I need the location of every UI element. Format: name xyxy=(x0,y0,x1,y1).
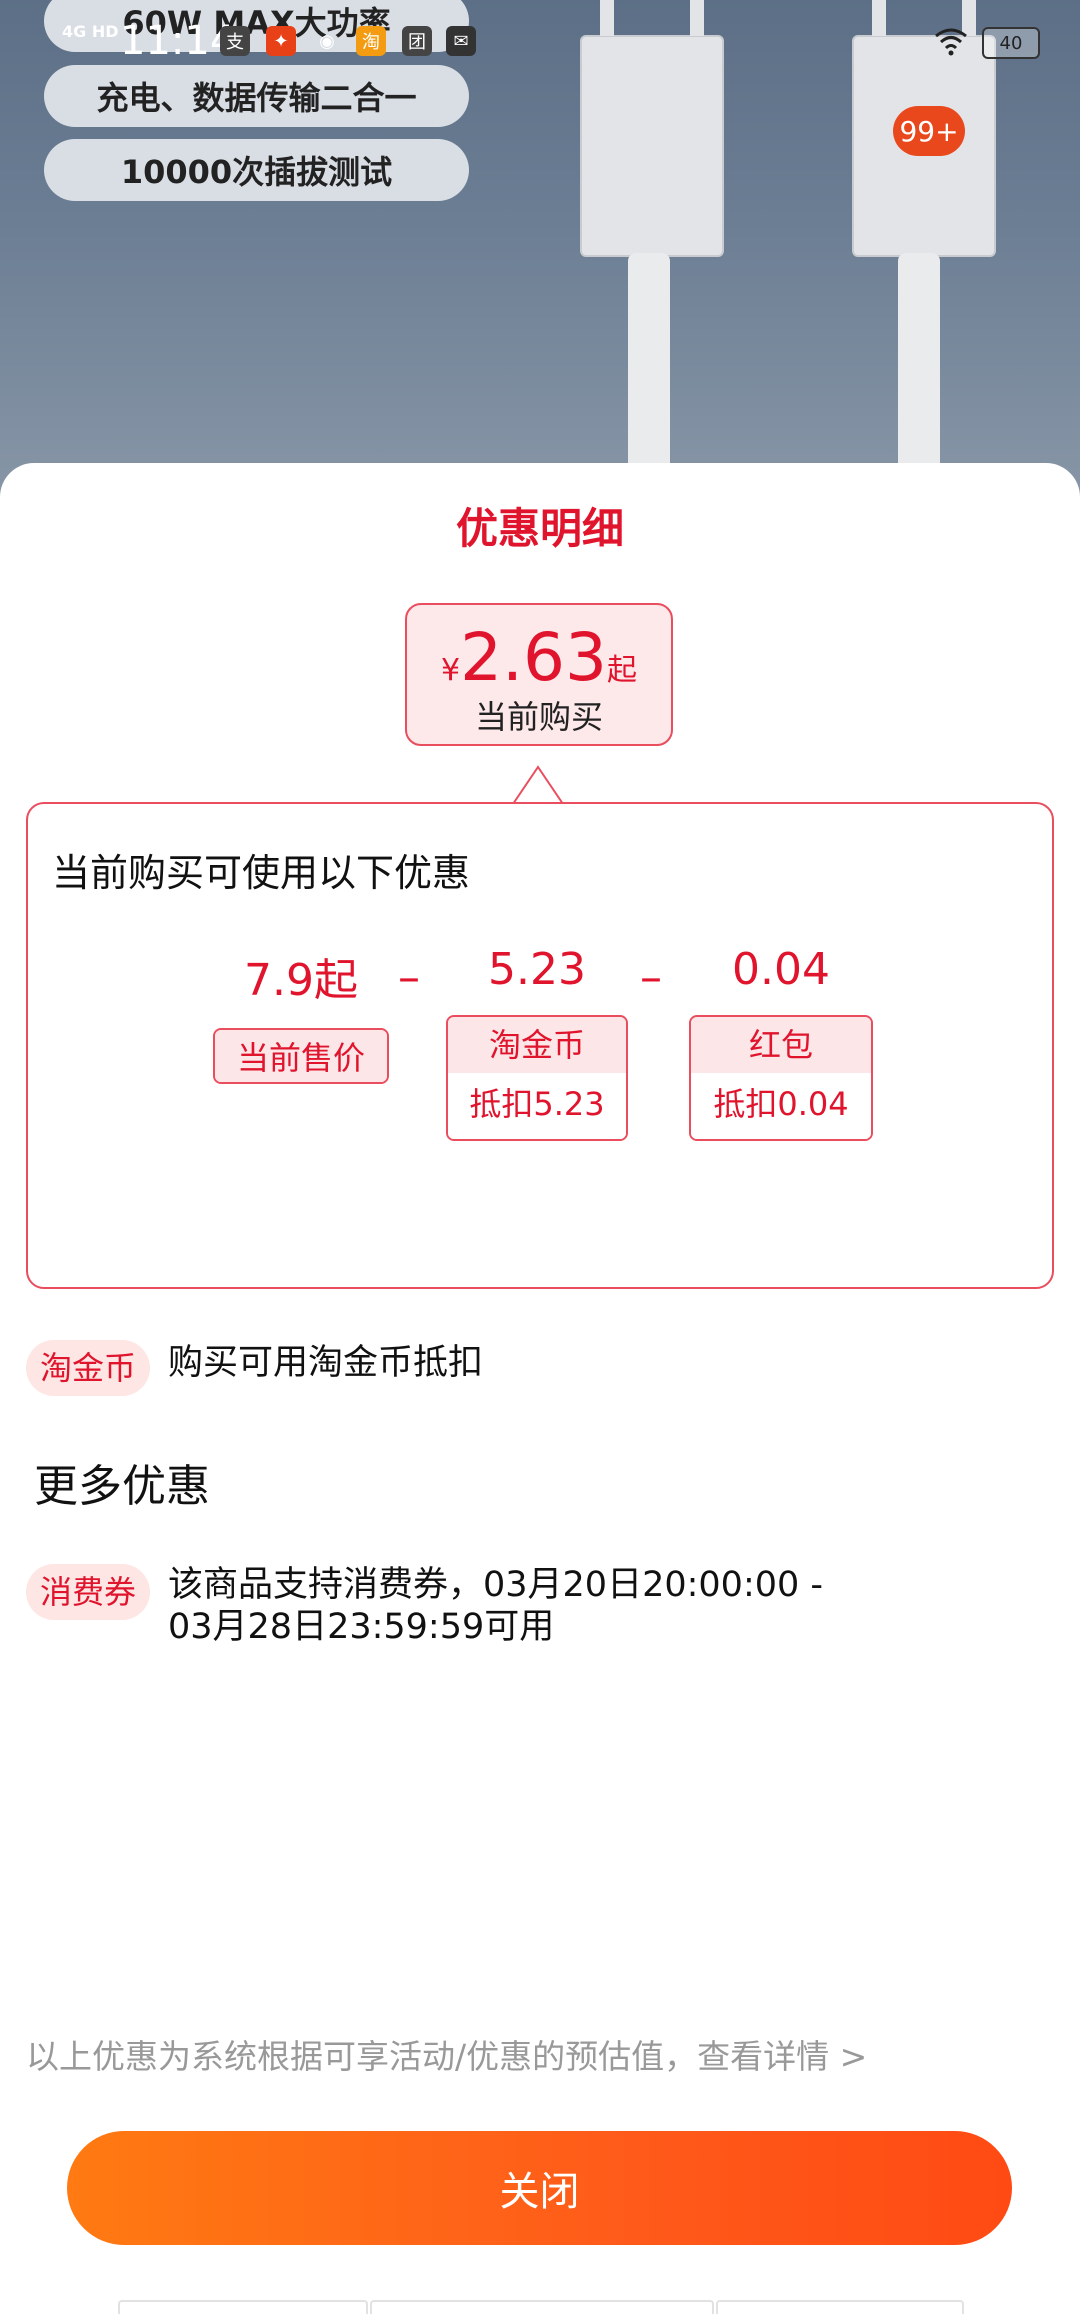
breakdown-tag: 淘金币 抵扣5.23 xyxy=(446,1015,628,1141)
more-discounts-title: 更多优惠 xyxy=(34,1461,210,1512)
breakdown-tag: 红包 抵扣0.04 xyxy=(689,1015,873,1141)
status-bar: 4G HD 11:14 支 ✦ ◉ 淘 团 ✉ 40 xyxy=(0,0,1080,80)
minus-sign: – xyxy=(398,952,420,1003)
feature-pill: 10000次插拔测试 xyxy=(44,139,469,201)
breakdown-sub: 抵扣5.23 xyxy=(448,1073,626,1139)
weibo-icon: ◉ xyxy=(319,30,335,52)
voucher-description: 该商品支持消费券，03月20日20:00:00 - 03月28日23:59:59… xyxy=(168,1564,823,1648)
discount-breakdown-panel: 当前购买可使用以下优惠 7.9起 当前售价 – 5.23 淘金币 抵扣5.23 … xyxy=(26,802,1054,1289)
breakdown-heading: 当前购买可使用以下优惠 xyxy=(52,851,471,895)
status-time: 11:14 xyxy=(120,18,236,64)
breakdown-item-hongbao: 0.04 红包 抵扣0.04 xyxy=(689,944,873,1141)
bottom-divider xyxy=(716,2300,964,2314)
close-button[interactable]: 关闭 xyxy=(67,2131,1012,2245)
currency-symbol: ¥ xyxy=(440,653,461,688)
price-amount: 2.63 xyxy=(460,619,608,696)
taobao-icon: 淘 xyxy=(356,26,386,56)
bottom-divider xyxy=(118,2300,368,2314)
breakdown-label: 当前售价 xyxy=(215,1030,387,1082)
minus-sign: – xyxy=(640,952,662,1003)
sheet-title: 优惠明细 xyxy=(455,504,624,553)
breakdown-value: 0.04 xyxy=(732,944,830,995)
price-value: ¥2.63起 xyxy=(407,619,671,696)
cart-count-badge: 99+ xyxy=(893,106,965,156)
view-details-link[interactable]: 以上优惠为系统根据可享活动/优惠的预估值，查看详情 > xyxy=(26,2030,867,2078)
breakdown-value: 5.23 xyxy=(488,944,586,995)
app-icon: ✦ xyxy=(266,26,296,56)
alipay-icon: 支 xyxy=(220,26,250,56)
breakdown-tag: 当前售价 xyxy=(213,1028,389,1084)
voucher-line: 03月28日23:59:59可用 xyxy=(168,1607,555,1647)
battery-indicator: 40 xyxy=(982,27,1040,59)
voucher-tag: 消费券 xyxy=(26,1564,151,1620)
meituan-icon: 团 xyxy=(402,26,432,56)
breakdown-item-taojinbi: 5.23 淘金币 抵扣5.23 xyxy=(446,944,628,1141)
callout-pointer xyxy=(513,765,563,805)
taojinbi-tag: 淘金币 xyxy=(26,1340,151,1396)
voucher-line: 该商品支持消费券，03月20日20:00:00 - xyxy=(168,1565,824,1605)
breakdown-value: 7.9起 xyxy=(244,955,358,1006)
breakdown-label: 红包 xyxy=(691,1017,871,1073)
breakdown-label: 淘金币 xyxy=(448,1017,626,1073)
bottom-divider xyxy=(370,2300,714,2314)
breakdown-item-price: 7.9起 当前售价 xyxy=(213,944,389,1084)
price-caption: 当前购买 xyxy=(474,698,603,736)
current-price-box: ¥2.63起 当前购买 xyxy=(405,603,673,746)
wifi-icon xyxy=(935,28,967,56)
network-indicator: 4G HD xyxy=(62,22,119,41)
price-suffix: 起 xyxy=(607,653,638,688)
taojinbi-description: 购买可用淘金币抵扣 xyxy=(168,1343,484,1383)
breakdown-sub: 抵扣0.04 xyxy=(691,1073,871,1139)
message-icon: ✉ xyxy=(446,26,476,56)
